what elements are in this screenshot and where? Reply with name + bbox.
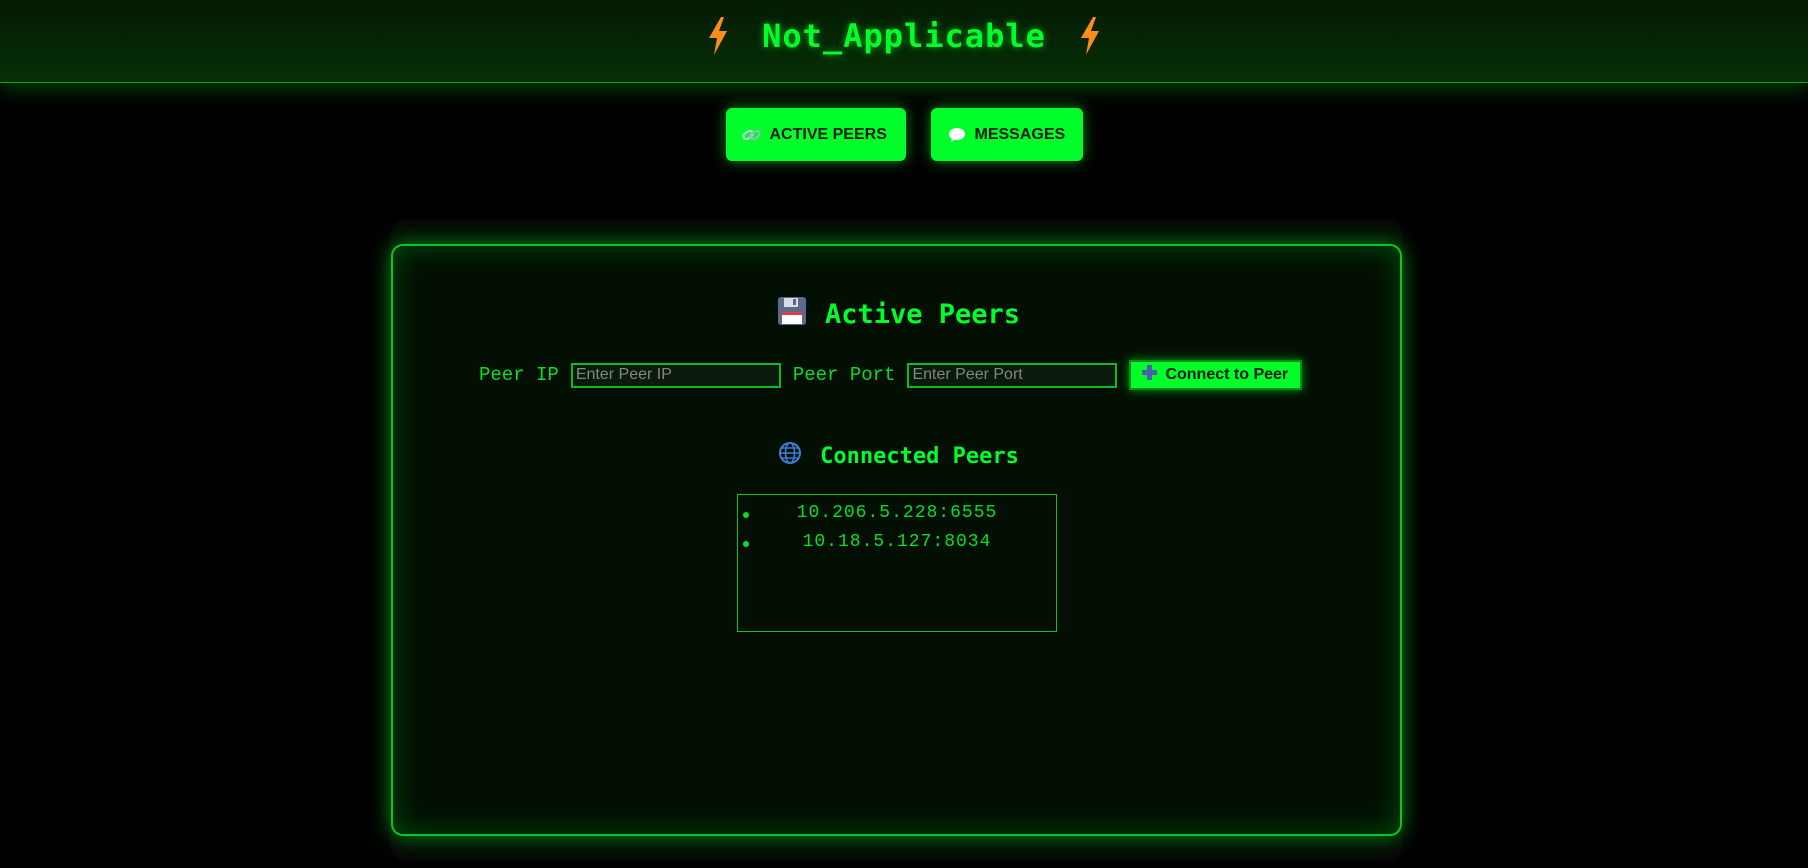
active-peers-heading: Active Peers (393, 296, 1404, 333)
link-icon (741, 127, 762, 143)
connect-form: Peer IP Peer Port Connect to Peer (479, 360, 1303, 390)
messages-nav-label: MESSAGES (974, 125, 1066, 143)
lightning-bolt-icon (704, 16, 732, 56)
peer-ip-label: Peer IP (479, 364, 559, 386)
peer-port-label: Peer Port (792, 364, 896, 386)
speech-bubble-icon (947, 127, 967, 143)
messages-nav-button[interactable]: MESSAGES (930, 108, 1083, 161)
lightning-bolt-icon (1076, 16, 1104, 56)
peer-address: 10.18.5.127:8034 (802, 532, 992, 552)
app-title: Not_Applicable (762, 17, 1046, 55)
globe-icon (778, 441, 802, 471)
bullet-icon (743, 541, 749, 547)
floppy-disk-icon (777, 296, 807, 333)
plus-icon (1141, 364, 1158, 386)
active-peers-title: Active Peers (824, 299, 1021, 330)
peer-port-input[interactable] (907, 362, 1118, 388)
connected-peers-heading: Connected Peers (393, 441, 1404, 471)
peer-list-item[interactable]: 10.206.5.228:6555 (738, 499, 1056, 528)
bullet-icon (743, 512, 749, 518)
peer-address: 10.206.5.228:6555 (796, 503, 998, 523)
main-nav: ACTIVE PEERS MESSAGES (0, 108, 1808, 161)
connect-to-peer-button[interactable]: Connect to Peer (1129, 360, 1303, 390)
peer-ip-input[interactable] (570, 362, 781, 388)
header-bar: Not_Applicable (0, 0, 1808, 72)
app-header: Not_Applicable (0, 0, 1808, 83)
active-peers-panel: Active Peers Peer IP Peer Port Connect t… (391, 244, 1402, 836)
active-peers-nav-button[interactable]: ACTIVE PEERS (725, 108, 906, 161)
peer-list-item[interactable]: 10.18.5.127:8034 (738, 528, 1056, 557)
connect-to-peer-label: Connect to Peer (1165, 366, 1289, 383)
connected-peers-list: 10.206.5.228:6555 10.18.5.127:8034 (737, 494, 1057, 632)
connected-peers-title: Connected Peers (820, 443, 1019, 469)
active-peers-nav-label: ACTIVE PEERS (769, 125, 887, 143)
